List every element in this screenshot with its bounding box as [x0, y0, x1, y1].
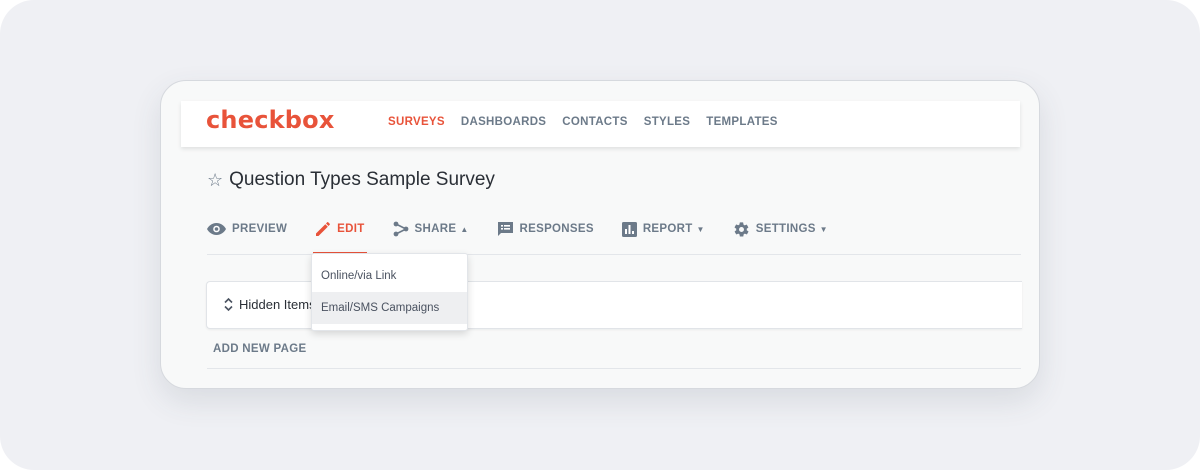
menu-item-email-sms-campaigns[interactable]: Email/SMS Campaigns — [312, 292, 467, 324]
caret-up-icon: ▲ — [460, 224, 469, 234]
tab-settings-label: SETTINGS — [755, 223, 816, 235]
share-icon — [393, 221, 408, 237]
survey-tabs: PREVIEW EDIT SHARE ▲ RESPONSES REPORT ▼ … — [207, 217, 856, 255]
nav-dashboards[interactable]: DASHBOARDS — [461, 116, 546, 128]
survey-title-row: ☆ Question Types Sample Survey — [207, 169, 495, 191]
bottom-divider — [207, 368, 1021, 369]
add-new-page-link[interactable]: ADD NEW PAGE — [213, 343, 306, 355]
caret-down-icon: ▼ — [696, 224, 705, 234]
tab-report[interactable]: REPORT ▼ — [621, 217, 705, 241]
gear-icon — [734, 221, 749, 237]
survey-title: Question Types Sample Survey — [229, 169, 495, 190]
pencil-icon — [316, 222, 331, 236]
bar-chart-icon — [621, 221, 637, 237]
nav-contacts[interactable]: CONTACTS — [562, 116, 627, 128]
app-window: checkbox SURVEYS DASHBOARDS CONTACTS STY… — [160, 80, 1040, 389]
checkbox-logo[interactable]: checkbox — [206, 106, 335, 134]
eye-icon — [207, 223, 226, 235]
top-navigation-bar: checkbox SURVEYS DASHBOARDS CONTACTS STY… — [181, 101, 1020, 147]
tab-share-label: SHARE — [414, 223, 457, 235]
star-outline-icon[interactable]: ☆ — [207, 170, 223, 191]
tab-edit-label: EDIT — [337, 223, 365, 235]
nav-surveys[interactable]: SURVEYS — [388, 116, 445, 128]
hidden-items-toggle[interactable]: Hidden Items — [223, 297, 316, 312]
nav-templates[interactable]: TEMPLATES — [706, 116, 778, 128]
expand-collapse-icon — [224, 297, 233, 312]
tab-edit[interactable]: EDIT — [313, 217, 367, 254]
tab-responses-label: RESPONSES — [519, 223, 594, 235]
tab-responses[interactable]: RESPONSES — [497, 217, 594, 241]
tab-settings[interactable]: SETTINGS ▼ — [733, 217, 828, 241]
tab-preview[interactable]: PREVIEW — [207, 217, 287, 241]
tab-report-label: REPORT — [642, 223, 693, 235]
tab-preview-label: PREVIEW — [232, 223, 288, 235]
main-nav: SURVEYS DASHBOARDS CONTACTS STYLES TEMPL… — [388, 116, 778, 128]
page-background: checkbox SURVEYS DASHBOARDS CONTACTS STY… — [0, 0, 1200, 470]
responses-icon — [497, 222, 513, 236]
hidden-items-label: Hidden Items — [239, 297, 316, 312]
menu-item-online-link[interactable]: Online/via Link — [312, 260, 467, 292]
nav-styles[interactable]: STYLES — [644, 116, 691, 128]
caret-down-icon: ▼ — [819, 224, 828, 234]
share-dropdown-menu: Online/via Link Email/SMS Campaigns — [311, 253, 468, 331]
tab-share[interactable]: SHARE ▲ — [393, 217, 469, 241]
